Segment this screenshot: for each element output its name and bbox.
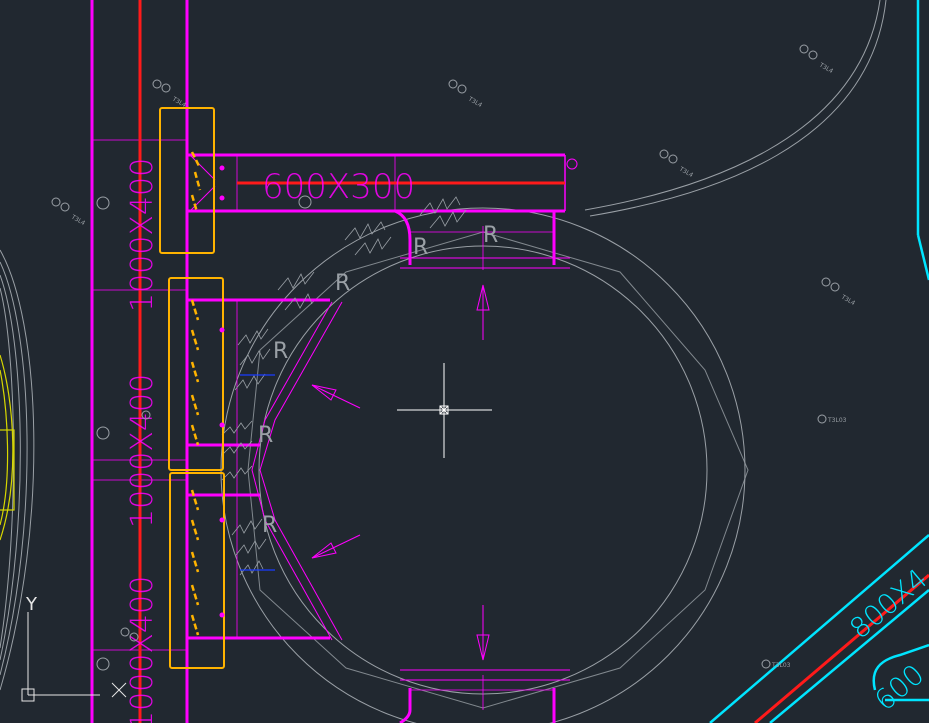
highlight-boxes[interactable] [159, 107, 225, 669]
duct-size-label-1: 1000X400 [125, 158, 160, 312]
cyan-duct-size-label: 800X4 [843, 562, 929, 645]
radius-marker: R [483, 223, 498, 248]
radius-marker: R [258, 423, 273, 448]
flow-arrows [311, 284, 490, 661]
blue-markers [240, 374, 275, 571]
radius-markers: R R R R R R [258, 223, 498, 538]
equipment-tag-label: T3L03 [827, 417, 847, 424]
ucs-icon [21, 612, 127, 702]
cad-drawing-canvas[interactable]: 1000X400 1000X400 1000X400 600X300 R R R… [0, 0, 929, 723]
equipment-tag-label: T3L4 [466, 95, 483, 109]
left-arcs [0, 249, 35, 691]
damper-marks [190, 151, 202, 636]
flex-hatch [221, 196, 467, 576]
ucs-y-label: Y [25, 594, 38, 615]
horizontal-duct-size-label: 600X300 [262, 167, 415, 207]
bottom-nozzle [399, 669, 570, 723]
upper-right-arc-2 [589, 0, 887, 217]
tank-outline [220, 207, 749, 723]
equipment-tag-label: T3L4 [839, 293, 856, 307]
duct-size-label-3: 1000X400 [125, 576, 160, 723]
equipment-tag-label: T3L03 [771, 662, 791, 669]
equipment-tag-label: T3L4 [677, 165, 694, 179]
upper-right-arc [584, 0, 881, 211]
radius-marker: R [413, 235, 428, 260]
duct-size-label-2: 1000X400 [125, 374, 160, 528]
radius-marker: R [262, 513, 277, 538]
radius-marker: R [273, 339, 288, 364]
crosshair-cursor [397, 363, 492, 458]
equipment-tag-label: T3L4 [69, 213, 86, 227]
equipment-tag-label: T3L4 [817, 61, 834, 75]
radius-marker: R [335, 271, 350, 296]
